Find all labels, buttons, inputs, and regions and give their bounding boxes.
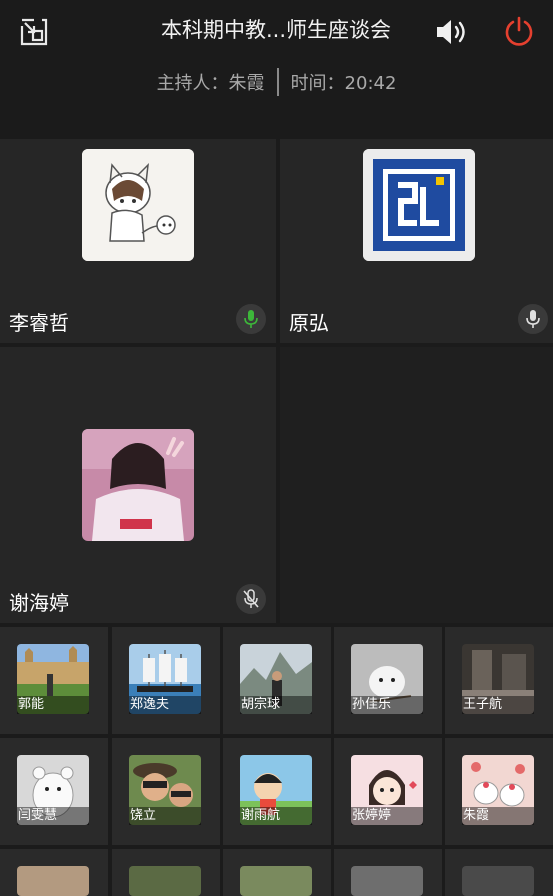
participant-cell[interactable]: 谢雨航 <box>223 738 331 845</box>
microphone-icon <box>518 304 548 334</box>
participant-name: 郭能 <box>17 696 89 714</box>
microphone-icon <box>236 304 266 334</box>
video-tile-yuanhong[interactable]: 原弘 <box>280 139 553 343</box>
participant-cell[interactable] <box>0 849 108 896</box>
top-bar: 本科期中教...师生座谈会 <box>0 0 553 62</box>
empty-video-tile <box>280 347 553 623</box>
host-label: 主持人：朱霞 <box>156 73 265 94</box>
participant-name: 谢海婷 <box>9 591 69 615</box>
info-divider <box>276 68 279 96</box>
participant-name: 饶立 <box>129 807 201 825</box>
participant-cell[interactable]: 张婷婷 <box>334 738 442 845</box>
participant-thumbnail <box>462 866 534 896</box>
avatar <box>363 149 475 261</box>
participant-thumbnail <box>240 866 312 896</box>
avatar <box>82 149 194 261</box>
participant-name: 王子航 <box>462 696 534 714</box>
participant-cell[interactable]: 胡宗球 <box>223 627 331 734</box>
participant-cell[interactable]: 孙佳乐 <box>334 627 442 734</box>
participant-name: 李睿哲 <box>9 311 69 335</box>
participant-cell[interactable] <box>223 849 331 896</box>
participant-cell[interactable]: 王子航 <box>445 627 553 734</box>
participant-name: 闫雯慧 <box>17 807 89 825</box>
participant-thumbnail <box>129 866 201 896</box>
meeting-info: 主持人：朱霞 时间：20:42 <box>0 68 553 96</box>
participant-name: 张婷婷 <box>351 807 423 825</box>
video-tile-lirui[interactable]: 李睿哲 <box>0 139 276 343</box>
participant-thumbnail <box>351 866 423 896</box>
participant-name: 朱霞 <box>462 807 534 825</box>
participant-name: 谢雨航 <box>240 807 312 825</box>
participant-cell[interactable]: 闫雯慧 <box>0 738 108 845</box>
participant-name: 郑逸夫 <box>129 696 201 714</box>
video-tile-xiehaiting[interactable]: 谢海婷 <box>0 347 276 623</box>
speaker-icon[interactable] <box>430 12 472 52</box>
time-label: 时间：20:42 <box>290 73 397 94</box>
participant-cell[interactable]: 饶立 <box>112 738 220 845</box>
shrink-window-icon[interactable] <box>14 12 54 52</box>
participant-cell[interactable] <box>334 849 442 896</box>
participant-name: 胡宗球 <box>240 696 312 714</box>
participant-cell[interactable]: 朱霞 <box>445 738 553 845</box>
participant-thumbnail <box>17 866 89 896</box>
participant-cell[interactable] <box>445 849 553 896</box>
power-icon[interactable] <box>498 10 540 52</box>
meeting-title: 本科期中教...师生座谈会 <box>160 18 392 42</box>
avatar <box>82 429 194 541</box>
participant-name: 原弘 <box>289 311 329 335</box>
microphone-muted-icon <box>236 584 266 614</box>
participant-cell[interactable]: 郑逸夫 <box>112 627 220 734</box>
participant-cell[interactable] <box>112 849 220 896</box>
participant-cell[interactable]: 郭能 <box>0 627 108 734</box>
participant-name: 孙佳乐 <box>351 696 423 714</box>
